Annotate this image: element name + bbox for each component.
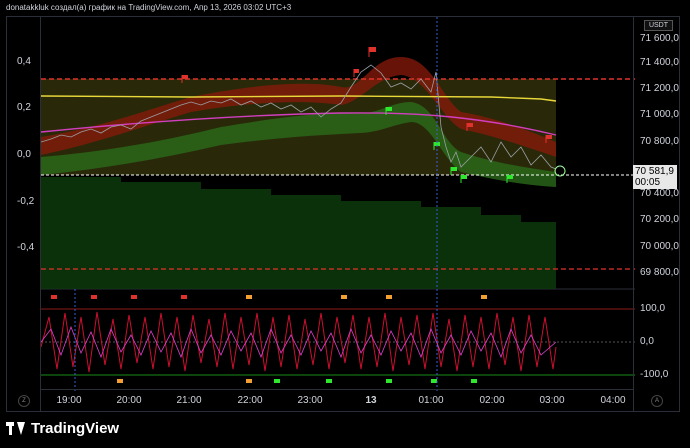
time-label: 02:00 bbox=[479, 395, 505, 406]
green-flag-icon bbox=[431, 379, 437, 383]
footer: TradingView bbox=[6, 420, 119, 437]
orange-flag-icon bbox=[386, 295, 392, 299]
left-scale-label: 0,2 bbox=[17, 102, 31, 113]
price-scale-label: 70 800,0 bbox=[640, 136, 679, 147]
green-flag-icon bbox=[326, 379, 332, 383]
red-flag-icon bbox=[181, 295, 187, 299]
red-flag-icon bbox=[368, 47, 376, 57]
current-price: 70 581,9 bbox=[635, 166, 674, 177]
bar-countdown: 00:05 bbox=[635, 177, 661, 188]
chart-caption: donatakkluk создал(а) график на TradingV… bbox=[6, 3, 292, 12]
time-label: 23:00 bbox=[297, 395, 323, 406]
price-scale-label: 70 000,0 bbox=[640, 241, 679, 252]
red-flag-icon bbox=[91, 295, 97, 299]
main-price-pane[interactable] bbox=[41, 17, 635, 391]
osc-scale-label: 0,0 bbox=[640, 336, 654, 347]
price-scale-label: 69 800,0 bbox=[640, 267, 679, 278]
price-scale-label: 71 600,0 bbox=[640, 33, 679, 44]
zoom-reset-button[interactable]: Z bbox=[18, 395, 30, 407]
price-scale-label: 71 400,0 bbox=[640, 57, 679, 68]
lower-zone bbox=[41, 177, 556, 289]
red-flag-icon bbox=[51, 295, 57, 299]
orange-flag-icon bbox=[341, 295, 347, 299]
left-scale-label: -0,4 bbox=[17, 242, 35, 253]
price-scale-label: 71 200,0 bbox=[640, 83, 679, 94]
left-scale-label: 0,4 bbox=[17, 56, 31, 67]
orange-flag-icon bbox=[117, 379, 123, 383]
orange-flag-icon bbox=[246, 379, 252, 383]
time-axis[interactable]: 19:00 20:00 21:00 22:00 23:00 13 01:00 0… bbox=[41, 389, 633, 411]
time-label: 01:00 bbox=[418, 395, 444, 406]
left-scale-label: 0,0 bbox=[17, 149, 31, 160]
green-flag-icon bbox=[274, 379, 280, 383]
green-flag-icon bbox=[386, 379, 392, 383]
current-price-tag: 70 581,9 00:05 bbox=[633, 165, 677, 189]
tradingview-logo-icon bbox=[6, 421, 26, 436]
time-label: 22:00 bbox=[237, 395, 263, 406]
osc-scale-label: 100,0 bbox=[640, 303, 666, 314]
time-label: 03:00 bbox=[539, 395, 565, 406]
red-flag-icon bbox=[131, 295, 137, 299]
green-flag-icon bbox=[471, 379, 477, 383]
left-indicator-scale[interactable]: 0,4 0,2 0,0 -0,2 -0,4 bbox=[7, 17, 41, 411]
left-scale-label: -0,2 bbox=[17, 196, 35, 207]
time-label-day: 13 bbox=[365, 395, 377, 406]
price-scale-label: 70 400,0 bbox=[640, 188, 679, 199]
brand-name: TradingView bbox=[31, 420, 120, 437]
orange-flag-icon bbox=[246, 295, 252, 299]
osc-scale-label: -100,0 bbox=[640, 369, 669, 380]
green-flag-icon bbox=[460, 175, 467, 183]
price-scale-label: 71 000,0 bbox=[640, 109, 679, 120]
time-label: 21:00 bbox=[176, 395, 202, 406]
right-price-scale[interactable]: USDT 71 600,0 71 400,0 71 200,0 71 000,0… bbox=[633, 17, 679, 411]
currency-badge[interactable]: USDT bbox=[643, 20, 673, 31]
time-label: 20:00 bbox=[116, 395, 142, 406]
auto-scale-button[interactable]: A bbox=[651, 395, 663, 407]
chart-frame[interactable]: 0,4 0,2 0,0 -0,2 -0,4 USDT 71 600,0 71 4… bbox=[6, 16, 680, 412]
orange-flag-icon bbox=[481, 295, 487, 299]
time-label: 04:00 bbox=[600, 395, 626, 406]
indicator-marker bbox=[554, 165, 566, 177]
price-scale-label: 70 200,0 bbox=[640, 214, 679, 225]
time-label: 19:00 bbox=[56, 395, 82, 406]
